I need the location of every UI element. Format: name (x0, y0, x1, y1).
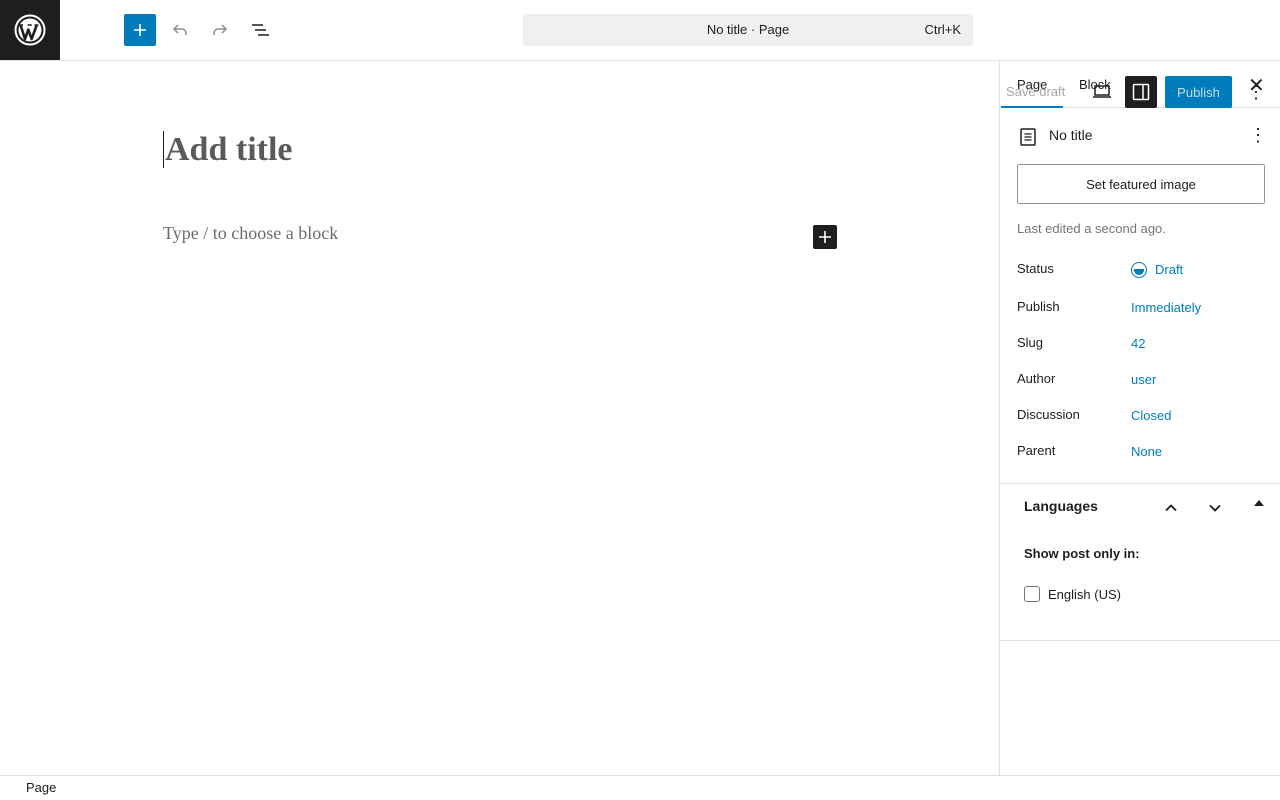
property-row-discussion: Discussion Closed (1017, 407, 1267, 427)
status-value-button[interactable]: Draft (1131, 262, 1183, 278)
show-post-only-label: Show post only in: (1024, 546, 1140, 561)
editor-footer: Page (0, 775, 1280, 800)
publish-value-button[interactable]: Immediately (1131, 300, 1201, 315)
document-title: No title · Page (706, 22, 790, 37)
languages-panel-title[interactable]: Languages (1024, 498, 1098, 514)
property-label: Publish (1017, 299, 1060, 314)
sidebar-icon (1132, 83, 1150, 101)
collapse-panel-icon[interactable] (1254, 500, 1264, 506)
laptop-icon (1093, 85, 1111, 98)
status-value: Draft (1155, 262, 1184, 277)
publish-button[interactable]: Publish (1165, 76, 1232, 108)
preview-button[interactable] (1086, 76, 1118, 108)
settings-toggle-button[interactable] (1125, 76, 1157, 108)
save-draft-button[interactable]: Save draft (1006, 84, 1065, 99)
property-row-parent: Parent None (1017, 443, 1267, 463)
property-row-publish: Publish Immediately (1017, 299, 1267, 319)
parent-value-button[interactable]: None (1131, 444, 1162, 459)
set-featured-image-button[interactable]: Set featured image (1017, 164, 1265, 204)
post-title-input[interactable]: Add title (163, 131, 293, 168)
inline-block-inserter-button[interactable] (813, 225, 837, 249)
wordpress-logo-button[interactable] (0, 0, 60, 60)
plus-icon (134, 24, 146, 36)
page-icon (1017, 126, 1039, 148)
language-checkbox[interactable] (1024, 586, 1040, 602)
document-summary: No title ⋮ (1017, 125, 1267, 149)
redo-button[interactable] (204, 14, 236, 46)
block-inserter-button[interactable] (124, 14, 156, 46)
block-placeholder[interactable]: Type / to choose a block (163, 223, 338, 244)
undo-icon (172, 24, 187, 35)
slug-value-button[interactable]: 42 (1131, 336, 1145, 351)
editor-header: No title · Page Ctrl+K (0, 0, 1280, 61)
undo-button[interactable] (164, 14, 196, 46)
languages-panel: Languages Show post only in: English (US… (1000, 483, 1280, 641)
chevron-down-icon (1209, 504, 1221, 512)
move-panel-down-button[interactable] (1201, 494, 1229, 522)
author-value-button[interactable]: user (1131, 372, 1156, 387)
command-palette-bar[interactable]: No title · Page Ctrl+K (523, 14, 973, 46)
language-option-english-us[interactable]: English (US) (1024, 584, 1121, 604)
document-name: No title (1049, 127, 1093, 143)
property-row-slug: Slug 42 (1017, 335, 1267, 355)
discussion-value-button[interactable]: Closed (1131, 408, 1171, 423)
property-label: Discussion (1017, 407, 1080, 422)
document-overview-button[interactable] (244, 14, 276, 46)
last-edited-text: Last edited a second ago. (1017, 221, 1166, 236)
plus-icon (819, 231, 831, 243)
document-actions-icon[interactable]: ⋮ (1249, 125, 1267, 146)
property-label: Author (1017, 371, 1056, 386)
chevron-up-icon (1165, 504, 1177, 512)
property-label: Parent (1017, 443, 1056, 458)
list-view-icon (252, 24, 269, 36)
settings-sidebar: Page Block ✕ No title ⋮ Set featured ima… (999, 61, 1280, 775)
options-menu-icon[interactable]: ⋮ (1244, 76, 1268, 108)
command-shortcut: Ctrl+K (924, 22, 961, 37)
redo-icon (213, 24, 228, 35)
language-option-label[interactable]: English (US) (1048, 587, 1121, 602)
property-label: Slug (1017, 335, 1044, 350)
move-panel-up-button[interactable] (1157, 494, 1185, 522)
property-row-author: Author user (1017, 371, 1267, 391)
editor-canvas[interactable]: Add title Type / to choose a block (0, 61, 999, 775)
property-row-status: Status Draft (1017, 261, 1267, 281)
property-label: Status (1017, 261, 1054, 276)
wordpress-logo-icon (14, 14, 46, 46)
block-breadcrumb[interactable]: Page (26, 780, 56, 795)
draft-status-icon (1131, 262, 1147, 278)
